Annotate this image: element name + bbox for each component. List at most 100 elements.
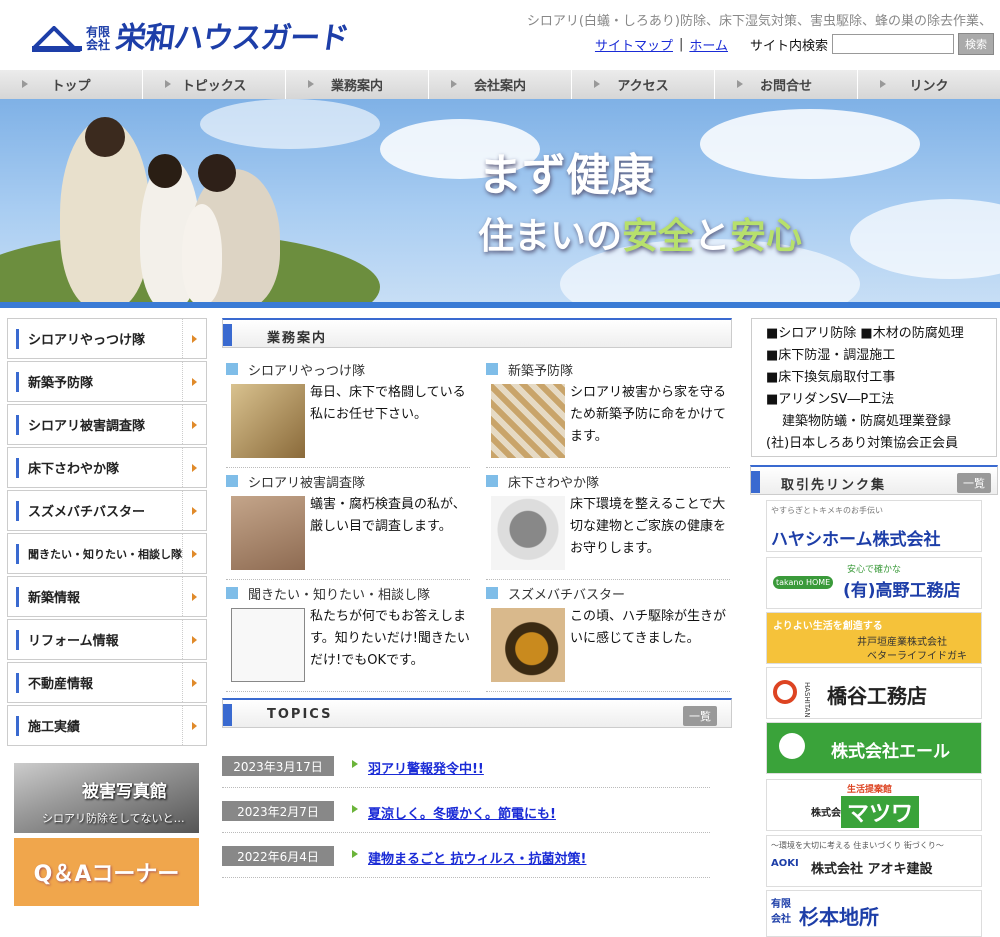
- biz-item-desc: 毎日、床下で格闘している私にお任せ下さい。: [310, 385, 466, 422]
- nav-arrow-icon: [880, 80, 886, 88]
- partner-banner-takano[interactable]: takano HOME 安心で確かな (有)高野工務店: [766, 557, 982, 609]
- partner-banner-hashitani[interactable]: HASHITANI 橋谷工務店: [766, 667, 982, 719]
- services-info-box: ■シロアリ防除 ■木材の防腐処理 ■床下防湿・調湿施工 ■床下換気扇取付工事 ■…: [751, 318, 997, 457]
- arrow-right-icon: [182, 405, 206, 444]
- hero-title: まず健康: [478, 150, 654, 201]
- sidebar-item-damage-survey[interactable]: シロアリ被害調査隊: [7, 404, 207, 445]
- partner-links-header: 取引先リンク集 一覧: [750, 465, 998, 495]
- partner-banner-name: マツワ: [841, 796, 920, 828]
- nav-arrow-icon: [451, 80, 457, 88]
- partner-banner-yell[interactable]: 株式会社エール: [766, 722, 982, 774]
- arrow-right-icon: [182, 534, 206, 573]
- biz-item-termite[interactable]: シロアリやっつけ隊 毎日、床下で格闘している私にお任せ下さい。: [226, 358, 470, 468]
- topic-row: 2023年3月17日 羽アリ警報発令中!!: [222, 746, 710, 788]
- partner-banner-name: 株式会社 アオキ建設: [811, 862, 933, 877]
- topic-link[interactable]: 羽アリ警報発令中!!: [368, 758, 484, 777]
- partner-banner-badge: AOKI: [771, 858, 799, 869]
- arrow-right-icon: [182, 577, 206, 616]
- hero-banner: まず健康 住まいの安全と安心: [0, 99, 1000, 302]
- sidebar-item-real-estate[interactable]: 不動産情報: [7, 662, 207, 703]
- partner-banner-matsuwa[interactable]: 生活提案館 株式会社 マツワ: [766, 779, 982, 831]
- partner-banner-name: 杉本地所: [799, 905, 879, 929]
- topic-link[interactable]: 建物まるごと 抗ウィルス・抗菌対策!: [368, 848, 586, 867]
- partner-banner-sub2: ベターライフイドガキ: [867, 651, 967, 662]
- sidebar-item-new-build-prevention[interactable]: 新築予防隊: [7, 361, 207, 402]
- sidebar-item-hornet-buster[interactable]: スズメバチバスター: [7, 490, 207, 531]
- biz-item-hornet[interactable]: スズメバチバスター この頃、ハチ駆除が生きがいに感じてきました。: [486, 582, 730, 692]
- biz-item-desc: シロアリ被害から家を守るため新築予防に命をかけてます。: [570, 385, 727, 444]
- partner-banner-sub: 有限会社: [771, 899, 791, 925]
- hero-divider: [0, 302, 1000, 308]
- qa-corner-banner[interactable]: Q＆Aコーナー: [14, 838, 199, 906]
- logo[interactable]: 有限 会社 栄和ハウスガード: [32, 21, 351, 56]
- hero-sub-3: と: [694, 216, 731, 257]
- partner-banner-idogaki[interactable]: よりよい生活を創造する 井戸垣産業株式会社 ベターライフイドガキ: [766, 612, 982, 664]
- nav-label: トップ: [51, 79, 91, 94]
- partner-banner-hayashi-home[interactable]: やすらぎとトキメキのお手伝い ハヤシホーム株式会社: [766, 500, 982, 552]
- staff-illustration: [231, 608, 305, 682]
- partner-links-more-button[interactable]: 一覧: [957, 473, 991, 493]
- arrow-right-icon: [182, 620, 206, 659]
- damage-gallery-banner[interactable]: 被害写真館 シロアリ防除をしてないと…: [14, 763, 199, 833]
- topics-more-button[interactable]: 一覧: [683, 706, 717, 726]
- damage-gallery-title: 被害写真館: [82, 782, 167, 802]
- nav-business[interactable]: 業務案内: [286, 70, 429, 99]
- square-bullet-icon: [486, 587, 498, 599]
- biz-item-survey[interactable]: シロアリ被害調査隊 蟻害・腐朽検査員の私が、厳しい目で調査します。: [226, 470, 470, 580]
- home-link[interactable]: ホーム: [689, 35, 728, 54]
- partner-banner-sub: 生活提案館: [847, 785, 893, 795]
- partner-banner-sugimoto[interactable]: 有限会社 杉本地所: [766, 890, 982, 937]
- topic-date: 2023年2月7日: [222, 801, 334, 821]
- biz-item-underfloor[interactable]: 床下さわやか隊 床下環境を整えることで大切な建物とご家族の健康をお守りします。: [486, 470, 730, 580]
- sidebar-item-termite-squad[interactable]: シロアリやっつけ隊: [7, 318, 207, 359]
- sidebar-item-new-build-info[interactable]: 新築情報: [7, 576, 207, 617]
- biz-item-title: 床下さわやか隊: [508, 475, 600, 491]
- topics-section-header: TOPICS 一覧: [222, 698, 732, 728]
- info-line: ■床下換気扇取付工事: [766, 370, 896, 385]
- biz-item-title: シロアリやっつけ隊: [248, 363, 366, 379]
- info-line: ■床下防湿・調湿施工: [766, 348, 896, 363]
- nav-label: 会社案内: [473, 79, 526, 94]
- tagline: シロアリ(白蟻・しろあり)防除、床下湿気対策、害虫駆除、蜂の巣の除去作業、: [526, 14, 992, 29]
- topic-date: 2022年6月4日: [222, 846, 334, 866]
- nav-access[interactable]: アクセス: [572, 70, 715, 99]
- nav-links[interactable]: リンク: [858, 70, 1000, 99]
- partner-banner-sub: 安心で確かな: [847, 565, 902, 575]
- arrow-right-icon: [352, 760, 358, 768]
- biz-item-consultation[interactable]: 聞きたい・知りたい・相談し隊 私たちが何でもお答えします。知りたいだけ!聞きたい…: [226, 582, 470, 692]
- logo-mark-icon: [32, 26, 82, 52]
- sitemap-link[interactable]: サイトマップ: [595, 35, 673, 54]
- sidebar-item-underfloor[interactable]: 床下さわやか隊: [7, 447, 207, 488]
- arrow-right-icon: [182, 319, 206, 358]
- nav-contact[interactable]: お問合せ: [715, 70, 858, 99]
- sidebar-item-label: 施工実績: [28, 720, 81, 735]
- topic-link[interactable]: 夏涼しく。冬暖かく。節電にも!: [368, 803, 556, 822]
- search-button[interactable]: 検索: [958, 33, 994, 55]
- logo-small-2: 会社: [86, 38, 111, 52]
- yell-logo-icon: [779, 733, 805, 759]
- sidebar-item-works[interactable]: 施工実績: [7, 705, 207, 746]
- sidebar-item-reform-info[interactable]: リフォーム情報: [7, 619, 207, 660]
- damage-gallery-subtitle: シロアリ防除をしてないと…: [42, 812, 185, 825]
- header: 有限 会社 栄和ハウスガード シロアリ(白蟻・しろあり)防除、床下湿気対策、害虫…: [0, 0, 1000, 70]
- biz-item-desc: 蟻害・腐朽検査員の私が、厳しい目で調査します。: [310, 497, 466, 534]
- hashitani-logo-icon: [773, 680, 797, 704]
- nav-top[interactable]: トップ: [0, 70, 143, 99]
- nav-label: リンク: [909, 79, 949, 94]
- arrow-right-icon: [182, 491, 206, 530]
- partner-banner-sub: HASHITANI: [803, 682, 811, 719]
- partner-banner-name: (有)高野工務店: [843, 581, 961, 601]
- partner-banner-badge: takano HOME: [773, 576, 834, 589]
- biz-item-title: シロアリ被害調査隊: [248, 475, 366, 491]
- nav-topics[interactable]: トピックス: [143, 70, 286, 99]
- search-input[interactable]: [832, 34, 954, 54]
- hero-sub-2: 安全: [622, 216, 695, 257]
- nav-company[interactable]: 会社案内: [429, 70, 572, 99]
- sidebar-item-label: スズメバチバスター: [28, 505, 146, 520]
- square-bullet-icon: [226, 363, 238, 375]
- sidebar-item-consultation[interactable]: 聞きたい・知りたい・相談し隊: [7, 533, 207, 574]
- biz-item-new-build[interactable]: 新築予防隊 シロアリ被害から家を守るため新築予防に命をかけてます。: [486, 358, 730, 468]
- business-section-title: 業務案内: [267, 331, 328, 346]
- partner-banner-aoki[interactable]: ～環境を大切に考える 住まいづくり 街づくり～ AOKI 株式会社 アオキ建設: [766, 835, 982, 887]
- nav-arrow-icon: [22, 80, 28, 88]
